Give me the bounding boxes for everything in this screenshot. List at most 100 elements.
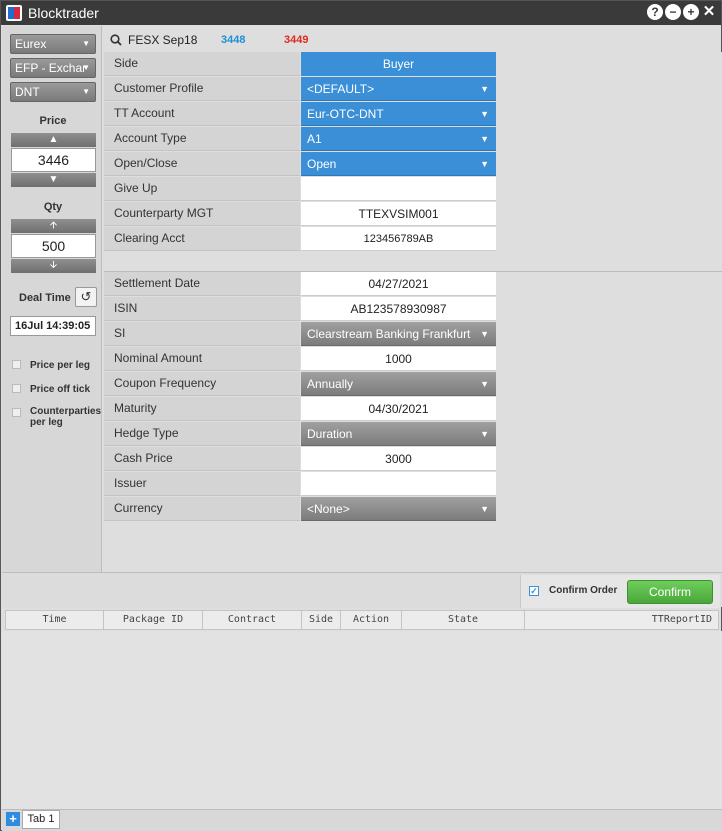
settlement-date-input[interactable]: 04/27/2021 [301,272,496,296]
account-type-value: A1 [307,132,322,146]
issuer-input[interactable] [301,472,496,496]
price-down-button[interactable]: ▼ [11,173,96,187]
qty-input[interactable]: 500 [11,234,96,258]
counterparties-per-leg-label: Counterparties per leg [30,406,102,428]
reset-time-button[interactable]: ↺ [75,287,97,307]
exchange-dropdown-value: Eurex [15,37,47,51]
tt-account-select[interactable]: Eur-OTC-DNT ▼ [301,102,496,126]
chevron-down-icon: ▼ [480,429,489,439]
isin-input[interactable]: AB123578930987 [301,297,496,321]
tab-1[interactable]: Tab 1 [22,810,60,829]
give-up-input[interactable] [301,177,496,201]
currency-label: Currency [104,497,300,521]
column-header-tt-report-id[interactable]: TTReportID [525,611,718,629]
column-header-contract[interactable]: Contract [203,611,302,629]
price-per-leg-label: Price per leg [30,360,91,371]
add-tab-button[interactable]: + [6,812,20,826]
confirm-order-label: Confirm Order [549,585,618,596]
clearing-acct-input[interactable]: 123456789AB [301,227,496,251]
price-input[interactable]: 3446 [11,148,96,172]
bid-price: 3448 [221,34,246,46]
add-icon[interactable]: + [683,4,699,20]
column-header-action[interactable]: Action [341,611,402,629]
coupon-frequency-label: Coupon Frequency [104,372,300,396]
currency-value: <None> [307,502,350,516]
chevron-down-icon: ▼ [480,504,489,514]
account-dropdown[interactable]: DNT ▼ [10,82,96,102]
hedge-type-label: Hedge Type [104,422,300,446]
chevron-down-icon: ▼ [82,87,90,96]
cash-price-label: Cash Price [104,447,300,471]
deal-time-label: Deal Time [19,292,71,304]
open-close-label: Open/Close [104,152,300,176]
qty-down-button[interactable]: 🡫 [11,259,96,273]
coupon-frequency-select[interactable]: Annually ▼ [301,372,496,396]
orders-grid-header: Time Package ID Contract Side Action Sta… [5,610,719,630]
coupon-frequency-value: Annually [307,377,354,391]
tt-account-value: Eur-OTC-DNT [307,107,384,121]
minimize-icon[interactable]: − [665,4,681,20]
open-close-select[interactable]: Open ▼ [301,152,496,176]
open-close-value: Open [307,157,337,171]
hedge-type-select[interactable]: Duration ▼ [301,422,496,446]
refresh-icon: ↺ [80,289,92,304]
chevron-down-icon: ▼ [480,134,489,144]
instrument-name[interactable]: FESX Sep18 [128,33,208,47]
app-logo-icon [6,5,22,21]
si-select[interactable]: Clearstream Banking Frankfurt ▼ [301,322,496,346]
price-off-tick-checkbox[interactable] [12,384,21,393]
currency-select[interactable]: <None> ▼ [301,497,496,521]
cash-price-input[interactable]: 3000 [301,447,496,471]
column-header-side[interactable]: Side [302,611,341,629]
help-icon[interactable]: ? [647,4,663,20]
chevron-down-icon: ▼ [480,84,489,94]
confirm-button[interactable]: Confirm [627,580,713,604]
title-bar: Blocktrader ? − + ✕ [1,1,721,25]
nominal-amount-label: Nominal Amount [104,347,300,371]
maturity-input[interactable]: 04/30/2021 [301,397,496,421]
settlement-date-label: Settlement Date [104,272,300,296]
nominal-amount-input[interactable]: 1000 [301,347,496,371]
form-right-area [496,52,722,572]
counterparty-mgt-input[interactable]: TTEXVSIM001 [301,202,496,226]
side-label: Side [104,52,300,76]
chevron-down-icon: ▼ [480,109,489,119]
customer-profile-select[interactable]: <DEFAULT> ▼ [301,77,496,101]
issuer-label: Issuer [104,472,300,496]
price-off-tick-label: Price off tick [30,384,91,395]
account-type-label: Account Type [104,127,300,151]
blocktrader-window: Blocktrader ? − + ✕ Eurex ▼ EFP - Exchar… [0,0,722,831]
arrow-down-icon: ▼ [48,174,59,185]
column-header-package-id[interactable]: Package ID [104,611,203,629]
price-up-button[interactable]: ▲ [11,133,96,147]
tab-bar: + Tab 1 [2,809,722,831]
trade-type-dropdown-value: EFP - Exchar [15,61,87,75]
column-header-time[interactable]: Time [6,611,104,629]
chevron-down-icon: ▼ [480,329,489,339]
si-label: SI [104,322,300,346]
si-value: Clearstream Banking Frankfurt [307,327,471,341]
search-icon[interactable] [110,34,122,46]
arrow-up-icon: 🡩 [49,220,58,231]
account-type-select[interactable]: A1 ▼ [301,127,496,151]
side-button[interactable]: Buyer [301,52,496,76]
ask-price: 3449 [284,34,309,46]
column-header-state[interactable]: State [402,611,525,629]
window-title: Blocktrader [28,5,99,21]
close-icon[interactable]: ✕ [701,4,717,20]
left-panel: Eurex ▼ EFP - Exchar ▼ DNT ▼ Price ▲ 344… [2,26,102,572]
customer-profile-value: <DEFAULT> [307,82,375,96]
trade-type-dropdown[interactable]: EFP - Exchar ▼ [10,58,96,78]
arrow-up-icon: ▲ [48,134,59,145]
price-per-leg-checkbox[interactable] [12,360,21,369]
confirm-order-checkbox[interactable]: ✓ [529,586,539,596]
qty-label: Qty [43,201,63,213]
arrow-down-icon: 🡫 [49,260,58,271]
deal-time-input[interactable]: 16Jul 14:39:05 [10,316,96,336]
qty-up-button[interactable]: 🡩 [11,219,96,233]
counterparty-mgt-label: Counterparty MGT [104,202,300,226]
exchange-dropdown[interactable]: Eurex ▼ [10,34,96,54]
window-controls: ? − + ✕ [647,4,717,20]
orders-grid-body [2,631,722,809]
counterparties-per-leg-checkbox[interactable] [12,408,21,417]
